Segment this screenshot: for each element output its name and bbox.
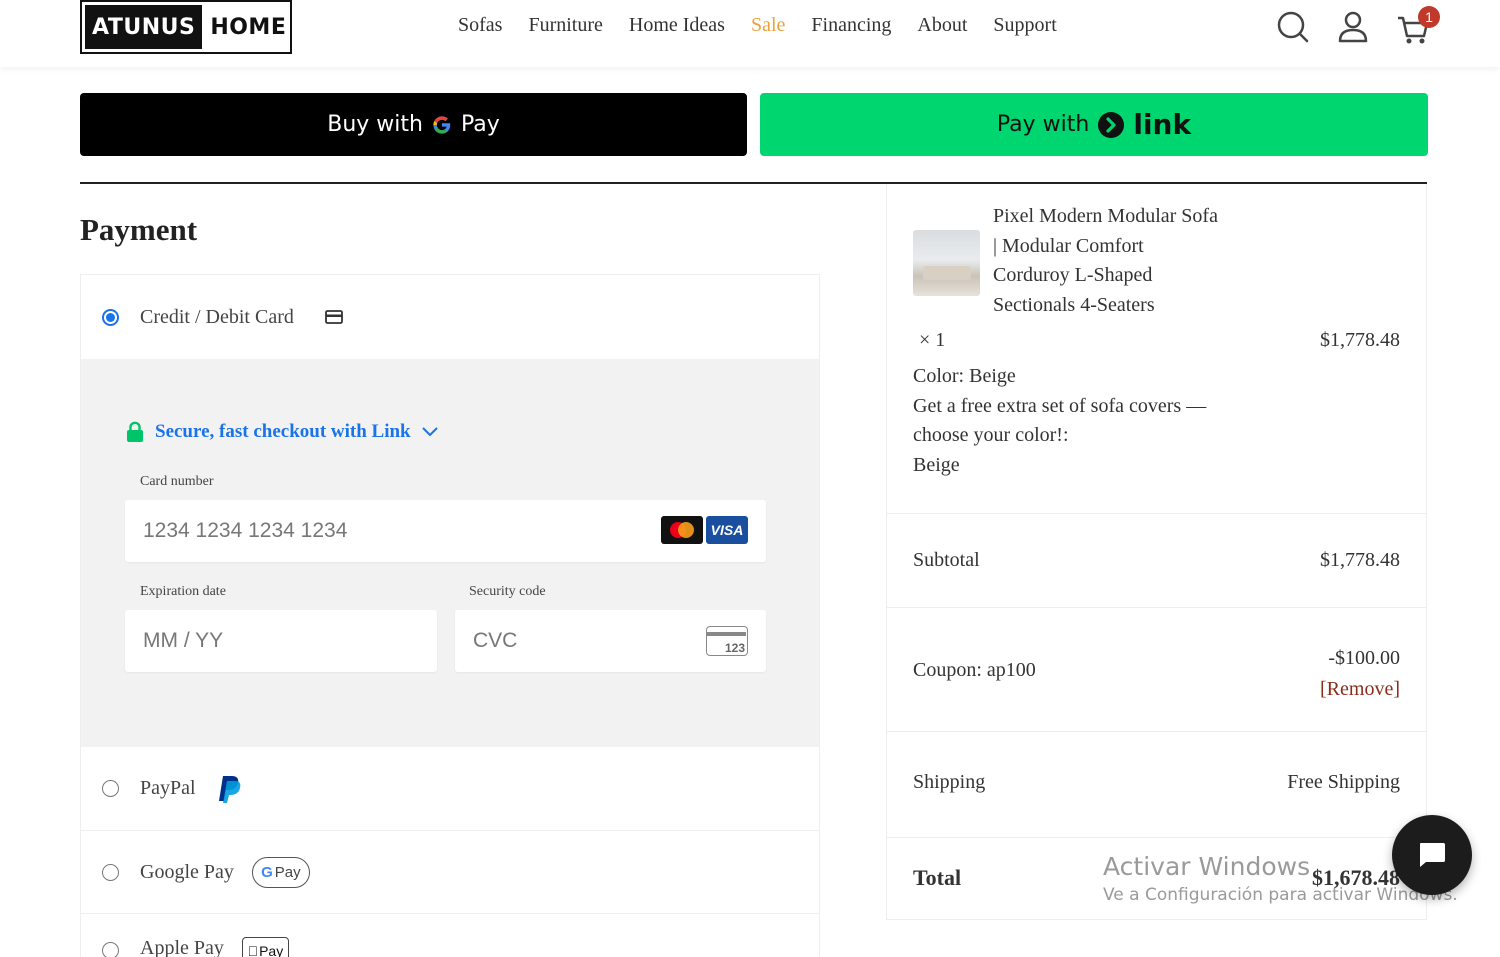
apple-icon:  [248, 943, 259, 957]
nav-item-financing[interactable]: Financing [811, 14, 891, 37]
product-extra-option: Get a free extra set of sofa covers —cho… [913, 394, 1207, 447]
payment-option-applepay-label: Apple Pay [140, 937, 224, 957]
cvc-card-icon: 123 [706, 626, 748, 656]
payment-heading: Payment [80, 212, 198, 247]
radio-card[interactable] [102, 308, 119, 326]
order-summary: Pixel Modern Modular Sofa | Modular Comf… [886, 184, 1427, 920]
cvc-input[interactable]: CVC 123 [455, 610, 766, 672]
header-actions: 1 [1276, 6, 1440, 46]
payment-option-paypal[interactable]: PayPal [81, 747, 819, 830]
card-form-panel: Secure, fast checkout with Link Card num… [81, 359, 819, 747]
payment-option-card[interactable]: Credit / Debit Card [81, 275, 819, 359]
gpay-badge-g-icon: G [261, 863, 273, 881]
nav-item-support[interactable]: Support [993, 14, 1056, 37]
account-icon[interactable] [1336, 8, 1370, 46]
cvc-placeholder: CVC [473, 629, 518, 652]
payment-methods: Credit / Debit Card Secure, fast checkou… [80, 274, 820, 957]
link-button-word: link [1133, 108, 1192, 141]
card-icon [324, 310, 343, 324]
coupon-values: -$100.00 [Remove] [1320, 643, 1400, 705]
payment-option-card-label: Credit / Debit Card [140, 305, 294, 328]
site-header: ATUNUS HOME Sofas Furniture Home Ideas S… [0, 0, 1500, 67]
gpay-badge: G Pay [251, 856, 310, 888]
logo-text-atunus: ATUNUS [85, 5, 203, 49]
lock-icon [125, 421, 145, 443]
gpay-badge-text: Pay [274, 863, 301, 881]
mastercard-icon [661, 516, 703, 544]
cart-icon[interactable]: 1 [1396, 6, 1440, 46]
card-number-label: Card number [140, 474, 214, 489]
nav-item-about[interactable]: About [917, 14, 967, 37]
card-number-input[interactable]: 1234 1234 1234 1234 VISA [125, 500, 766, 562]
subtotal-row: Subtotal $1,778.48 [887, 513, 1426, 607]
cvc-icon-text: 123 [724, 641, 745, 655]
shipping-label: Shipping [913, 771, 986, 793]
product-color: Color: Beige [913, 365, 1016, 387]
payment-option-paypal-label: PayPal [140, 777, 196, 799]
coupon-discount: -$100.00 [1328, 647, 1400, 669]
main-nav: Sofas Furniture Home Ideas Sale Financin… [458, 14, 1057, 37]
expiry-label: Expiration date [140, 584, 226, 599]
site-logo[interactable]: ATUNUS HOME [80, 0, 292, 54]
visa-icon: VISA [706, 516, 748, 544]
cvc-label: Security code [469, 584, 546, 599]
radio-googlepay[interactable] [102, 863, 119, 881]
applepay-badge-text: Pay [253, 943, 283, 957]
card-number-placeholder: 1234 1234 1234 1234 [143, 519, 348, 542]
nav-item-home-ideas[interactable]: Home Ideas [629, 14, 725, 37]
chat-bubble-icon [1417, 841, 1447, 869]
radio-applepay[interactable] [102, 942, 119, 957]
expiry-input[interactable]: MM / YY [125, 610, 437, 672]
nav-item-sale[interactable]: Sale [751, 14, 785, 37]
coupon-remove-link[interactable]: [Remove] [1320, 674, 1400, 705]
payment-option-googlepay[interactable]: Google Pay G Pay [81, 831, 819, 913]
gpay-button-prefix: Buy with [327, 112, 423, 137]
sofa-image-shape [923, 266, 971, 280]
link-arrow-icon [1097, 111, 1125, 139]
nav-item-furniture[interactable]: Furniture [528, 14, 602, 37]
google-pay-express-button[interactable]: Buy with Pay [80, 93, 747, 156]
product-quantity: × 1 [919, 329, 946, 351]
subtotal-value: $1,778.48 [1320, 549, 1400, 571]
shipping-value: Free Shipping [1287, 771, 1400, 793]
payment-option-applepay[interactable]: Apple Pay  Pay [81, 914, 819, 957]
expiry-placeholder: MM / YY [143, 629, 224, 652]
product-thumbnail[interactable] [913, 230, 980, 296]
payment-option-googlepay-label: Google Pay [140, 860, 234, 883]
visa-label: VISA [710, 522, 744, 538]
shipping-row: Shipping Free Shipping [887, 731, 1426, 837]
radio-paypal[interactable] [102, 780, 119, 797]
applepay-badge:  Pay [241, 937, 289, 957]
link-secure-label: Secure, fast checkout with Link [155, 421, 411, 442]
link-express-button[interactable]: Pay with link [760, 93, 1428, 156]
google-g-icon [431, 114, 453, 136]
total-label: Total [913, 865, 962, 890]
chevron-down-icon [421, 426, 439, 438]
nav-item-sofas[interactable]: Sofas [458, 14, 502, 37]
product-line-price: $1,778.48 [1320, 329, 1400, 351]
coupon-row: Coupon: ap100 -$100.00 [Remove] [887, 607, 1426, 731]
cart-count-badge: 1 [1418, 6, 1440, 28]
link-button-prefix: Pay with [996, 112, 1090, 137]
subtotal-label: Subtotal [913, 549, 980, 571]
watermark-line2: Ve a Configuración para activar Windows. [1103, 885, 1458, 905]
coupon-label: Coupon: ap100 [913, 659, 1036, 681]
paypal-icon [216, 774, 242, 804]
product-options: Color: Beige Get a free extra set of sof… [913, 362, 1233, 480]
product-extra-option-value: Beige [913, 453, 960, 476]
search-icon[interactable] [1276, 8, 1310, 46]
gpay-button-word: Pay [460, 112, 500, 137]
logo-text-home: HOME [210, 14, 287, 40]
chat-button[interactable] [1392, 815, 1472, 895]
link-secure-toggle[interactable]: Secure, fast checkout with Link [125, 421, 439, 443]
product-name[interactable]: Pixel Modern Modular Sofa | Modular Comf… [993, 202, 1223, 320]
